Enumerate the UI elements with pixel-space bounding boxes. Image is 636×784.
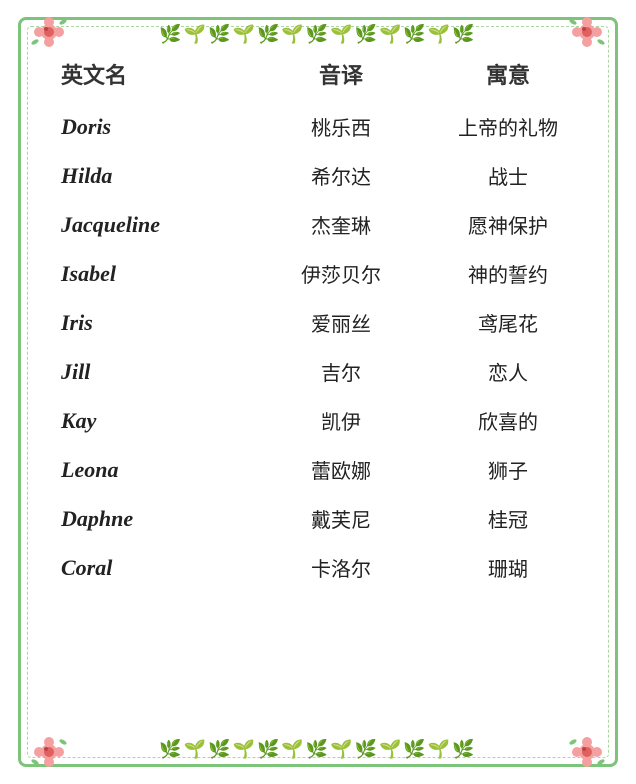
phonetic-name: 吉尔 — [251, 357, 431, 386]
meaning-text: 恋人 — [431, 357, 585, 386]
english-name: Isabel — [51, 261, 251, 287]
meaning-text: 狮子 — [431, 455, 585, 484]
english-name: Daphne — [51, 506, 251, 532]
table-row: Jacqueline杰奎琳愿神保护 — [51, 200, 585, 249]
table-header: 英文名 音译 寓意 — [51, 50, 585, 102]
table-row: Kay凯伊欣喜的 — [51, 396, 585, 445]
table-row: Doris桃乐西上帝的礼物 — [51, 102, 585, 151]
meaning-text: 神的誓约 — [431, 259, 585, 288]
phonetic-name: 杰奎琳 — [251, 210, 431, 239]
table-row: Hilda希尔达战士 — [51, 151, 585, 200]
table-row: Coral卡洛尔珊瑚 — [51, 543, 585, 592]
english-name: Kay — [51, 408, 251, 434]
english-name: Jacqueline — [51, 212, 251, 238]
english-name: Iris — [51, 310, 251, 336]
phonetic-name: 伊莎贝尔 — [251, 259, 431, 288]
corner-flower-tr — [567, 12, 607, 52]
phonetic-name: 凯伊 — [251, 406, 431, 435]
phonetic-name: 希尔达 — [251, 161, 431, 190]
meaning-text: 桂冠 — [431, 504, 585, 533]
vine-bottom: 🌿🌱🌿🌱🌿🌱🌿🌱🌿🌱🌿🌱🌿 — [71, 739, 565, 760]
english-name: Leona — [51, 457, 251, 483]
table-row: Iris爱丽丝鸢尾花 — [51, 298, 585, 347]
meaning-text: 愿神保护 — [431, 210, 585, 239]
phonetic-name: 桃乐西 — [251, 112, 431, 141]
table-row: Jill吉尔恋人 — [51, 347, 585, 396]
corner-flower-tl — [29, 12, 69, 52]
english-name: Coral — [51, 555, 251, 581]
table-body: Doris桃乐西上帝的礼物Hilda希尔达战士Jacqueline杰奎琳愿神保护… — [51, 102, 585, 592]
english-name: Doris — [51, 114, 251, 140]
phonetic-name: 卡洛尔 — [251, 553, 431, 582]
meaning-text: 珊瑚 — [431, 553, 585, 582]
meaning-text: 上帝的礼物 — [431, 112, 585, 141]
header-phonetic: 音译 — [251, 58, 431, 90]
meaning-text: 战士 — [431, 161, 585, 190]
vine-top: 🌿🌱🌿🌱🌿🌱🌿🌱🌿🌱🌿🌱🌿 — [71, 24, 565, 45]
header-english: 英文名 — [51, 58, 251, 90]
corner-flower-bl — [29, 732, 69, 772]
phonetic-name: 蕾欧娜 — [251, 455, 431, 484]
header-meaning: 寓意 — [431, 58, 585, 90]
names-table: 英文名 音译 寓意 Doris桃乐西上帝的礼物Hilda希尔达战士Jacquel… — [51, 40, 585, 744]
english-name: Jill — [51, 359, 251, 385]
english-name: Hilda — [51, 163, 251, 189]
table-row: Daphne戴芙尼桂冠 — [51, 494, 585, 543]
phonetic-name: 爱丽丝 — [251, 308, 431, 337]
meaning-text: 鸢尾花 — [431, 308, 585, 337]
meaning-text: 欣喜的 — [431, 406, 585, 435]
table-row: Leona蕾欧娜狮子 — [51, 445, 585, 494]
phonetic-name: 戴芙尼 — [251, 504, 431, 533]
table-row: Isabel伊莎贝尔神的誓约 — [51, 249, 585, 298]
corner-flower-br — [567, 732, 607, 772]
page-container: 🌿🌱🌿🌱🌿🌱🌿🌱🌿🌱🌿🌱🌿 🌿🌱🌿🌱🌿🌱🌿🌱🌿🌱🌿🌱🌿 英文名 音译 寓意 Do… — [18, 17, 618, 767]
